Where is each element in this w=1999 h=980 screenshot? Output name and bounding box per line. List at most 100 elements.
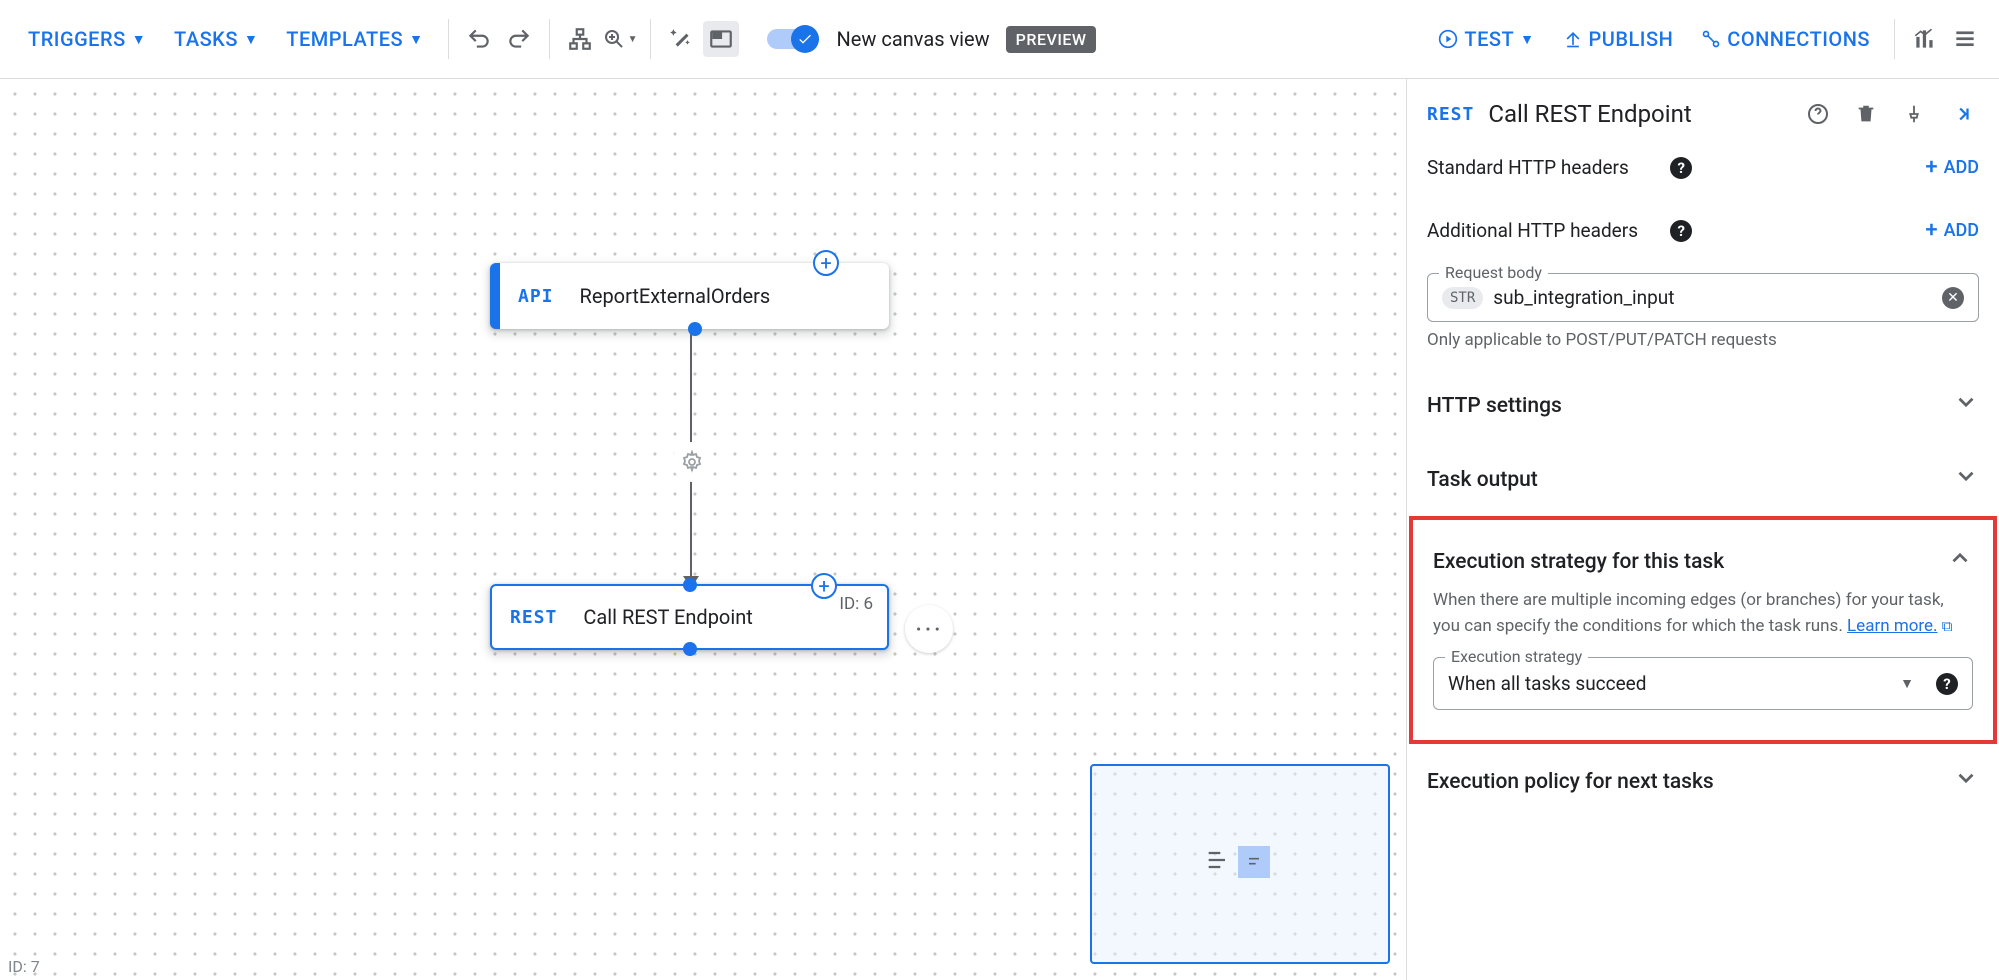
help-icon[interactable] bbox=[1801, 97, 1835, 131]
add-additional-header-button[interactable]: +ADD bbox=[1925, 218, 1979, 243]
add-label: ADD bbox=[1944, 157, 1979, 178]
highlighted-section: Execution strategy for this task When th… bbox=[1409, 516, 1997, 744]
panel-title: Call REST Endpoint bbox=[1488, 100, 1787, 128]
task-node-selected[interactable]: + ID: 6 REST Call REST Endpoint bbox=[490, 584, 889, 650]
stats-icon[interactable] bbox=[1907, 21, 1943, 57]
clear-icon[interactable]: ✕ bbox=[1942, 287, 1964, 309]
minimap-icon bbox=[1204, 846, 1232, 874]
templates-label: TEMPLATES bbox=[286, 27, 403, 51]
help-icon[interactable]: ? bbox=[1670, 220, 1692, 242]
connections-label: CONNECTIONS bbox=[1727, 27, 1870, 51]
canvas[interactable]: + API ReportExternalOrders + ID: 6 REST … bbox=[0, 79, 1406, 980]
chevron-down-icon: ▼ bbox=[409, 31, 423, 48]
section-description: When there are multiple incoming edges (… bbox=[1433, 588, 1973, 639]
zoom-menu[interactable]: ▼ bbox=[602, 21, 638, 57]
http-settings-section: HTTP settings bbox=[1407, 368, 1999, 442]
node-label: Call REST Endpoint bbox=[583, 605, 752, 629]
wand-icon[interactable] bbox=[663, 21, 699, 57]
test-label: TEST bbox=[1464, 27, 1514, 51]
learn-more-link[interactable]: Learn more. bbox=[1847, 616, 1938, 636]
input-port[interactable] bbox=[683, 578, 697, 592]
undo-button[interactable] bbox=[461, 21, 497, 57]
section-title: HTTP settings bbox=[1427, 394, 1953, 418]
connections-button[interactable]: CONNECTIONS bbox=[1689, 19, 1882, 59]
field-legend: Request body bbox=[1439, 263, 1548, 282]
chevron-down-icon: ▼ bbox=[1520, 31, 1534, 48]
field-helper: Only applicable to POST/PUT/PATCH reques… bbox=[1427, 330, 1979, 350]
redo-button[interactable] bbox=[501, 21, 537, 57]
std-headers-label: Standard HTTP headers bbox=[1427, 156, 1660, 179]
panel-header: REST Call REST Endpoint bbox=[1407, 79, 1999, 141]
external-link-icon: ⧉ bbox=[1942, 617, 1953, 635]
chevron-down-icon: ▼ bbox=[132, 31, 146, 48]
execution-policy-section: Execution policy for next tasks bbox=[1407, 744, 1999, 818]
execution-strategy-select[interactable]: Execution strategy When all tasks succee… bbox=[1433, 657, 1973, 710]
trigger-node[interactable]: + API ReportExternalOrders bbox=[490, 263, 889, 329]
minimap[interactable] bbox=[1090, 764, 1390, 964]
type-chip: STR bbox=[1442, 287, 1483, 309]
section-toggle[interactable]: Execution strategy for this task bbox=[1433, 545, 1973, 578]
publish-button[interactable]: PUBLISH bbox=[1551, 19, 1686, 59]
canvas-footer-id: ID: 7 bbox=[8, 957, 40, 976]
canvas-view-label: New canvas view bbox=[837, 27, 990, 51]
layout-icon[interactable] bbox=[562, 21, 598, 57]
chevron-up-icon bbox=[1947, 545, 1973, 578]
separator bbox=[448, 19, 449, 59]
section-title: Execution policy for next tasks bbox=[1427, 770, 1953, 794]
publish-label: PUBLISH bbox=[1589, 27, 1674, 51]
collapse-panel-icon[interactable] bbox=[1945, 97, 1979, 131]
std-headers-row: Standard HTTP headers ? +ADD bbox=[1407, 141, 1999, 194]
edge-settings-button[interactable] bbox=[672, 442, 712, 482]
field-value: sub_integration_input bbox=[1493, 286, 1932, 309]
properties-panel: REST Call REST Endpoint Standard HTTP he… bbox=[1406, 79, 1999, 980]
test-button[interactable]: TEST ▼ bbox=[1426, 19, 1546, 59]
canvas-view-toggle[interactable] bbox=[767, 26, 819, 52]
panel-tag: REST bbox=[1427, 104, 1474, 125]
node-id: ID: 6 bbox=[839, 594, 873, 614]
triggers-menu[interactable]: TRIGGERS ▼ bbox=[16, 19, 158, 59]
panel-toggle[interactable] bbox=[703, 21, 739, 57]
node-tag: API bbox=[518, 286, 554, 307]
section-toggle[interactable]: HTTP settings bbox=[1427, 389, 1979, 422]
menu-icon[interactable] bbox=[1947, 21, 1983, 57]
request-body-field[interactable]: Request body STR sub_integration_input ✕ bbox=[1427, 273, 1979, 322]
section-title: Execution strategy for this task bbox=[1433, 550, 1947, 574]
select-value: When all tasks succeed bbox=[1448, 672, 1888, 695]
templates-menu[interactable]: TEMPLATES ▼ bbox=[274, 19, 435, 59]
tasks-menu[interactable]: TASKS ▼ bbox=[162, 19, 270, 59]
select-legend: Execution strategy bbox=[1445, 647, 1588, 666]
add-button[interactable]: + bbox=[811, 573, 837, 599]
triggers-label: TRIGGERS bbox=[28, 27, 126, 51]
task-output-section: Task output bbox=[1407, 442, 1999, 516]
add-headers-label: Additional HTTP headers bbox=[1427, 219, 1660, 242]
add-std-header-button[interactable]: +ADD bbox=[1925, 155, 1979, 180]
node-label: ReportExternalOrders bbox=[580, 284, 771, 308]
chevron-down-icon bbox=[1953, 463, 1979, 496]
chevron-down-icon: ▼ bbox=[244, 31, 258, 48]
dropdown-arrow-icon: ▼ bbox=[1900, 675, 1914, 692]
chevron-down-icon bbox=[1953, 765, 1979, 798]
tasks-label: TASKS bbox=[174, 27, 238, 51]
add-button[interactable]: + bbox=[813, 250, 839, 276]
preview-chip: PREVIEW bbox=[1006, 26, 1097, 53]
output-port[interactable] bbox=[688, 322, 702, 336]
output-port[interactable] bbox=[683, 642, 697, 656]
section-toggle[interactable]: Execution policy for next tasks bbox=[1427, 765, 1979, 798]
section-title: Task output bbox=[1427, 468, 1953, 492]
more-button[interactable]: ··· bbox=[905, 605, 953, 653]
help-icon[interactable]: ? bbox=[1936, 673, 1958, 695]
chevron-down-icon bbox=[1953, 389, 1979, 422]
scrollbar-thumb[interactable] bbox=[1406, 569, 1407, 669]
add-headers-row: Additional HTTP headers ? +ADD bbox=[1407, 194, 1999, 257]
separator bbox=[650, 19, 651, 59]
node-tag: REST bbox=[510, 607, 557, 628]
separator bbox=[549, 19, 550, 59]
toolbar: TRIGGERS ▼ TASKS ▼ TEMPLATES ▼ ▼ New can… bbox=[0, 0, 1999, 79]
minimap-node bbox=[1238, 846, 1270, 878]
separator bbox=[1894, 19, 1895, 59]
add-label: ADD bbox=[1944, 220, 1979, 241]
section-toggle[interactable]: Task output bbox=[1427, 463, 1979, 496]
delete-icon[interactable] bbox=[1849, 97, 1883, 131]
help-icon[interactable]: ? bbox=[1670, 157, 1692, 179]
pin-icon[interactable] bbox=[1897, 97, 1931, 131]
